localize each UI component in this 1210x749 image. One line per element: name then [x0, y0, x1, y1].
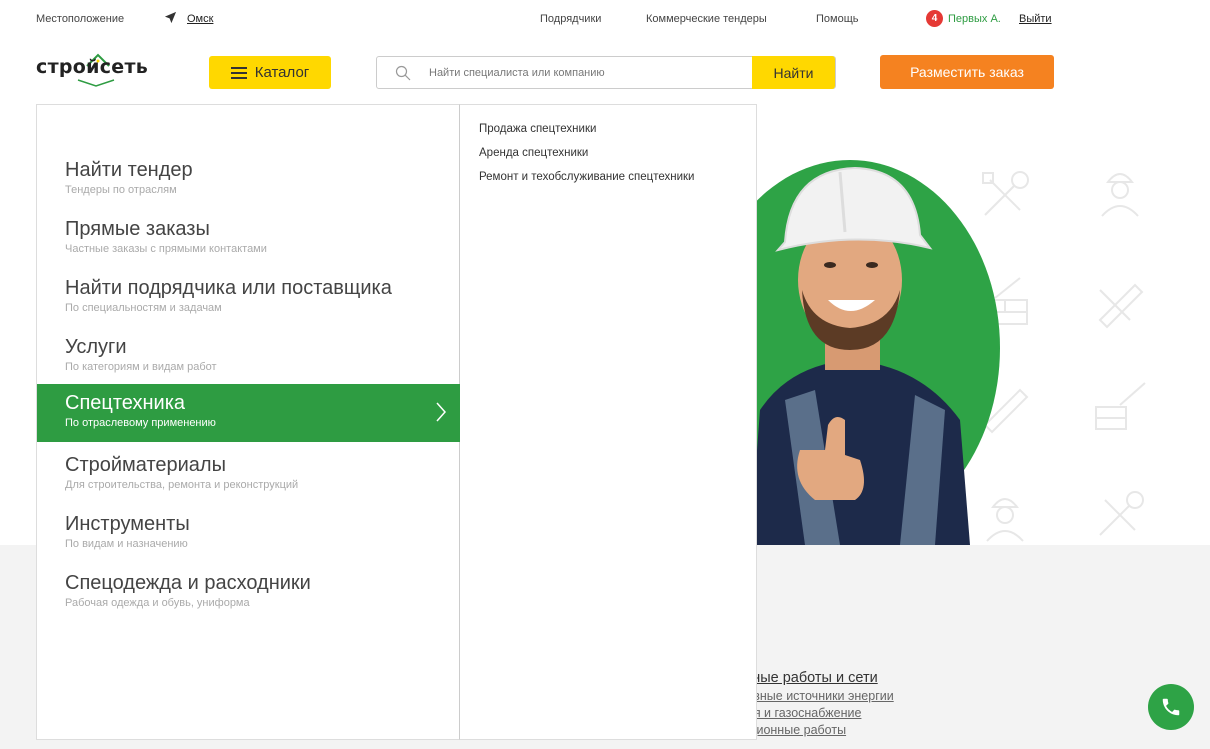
menu-burger-icon	[230, 66, 247, 79]
menu-item-tools[interactable]: Инструменты По видам и назначению	[37, 505, 460, 563]
menu-item-building-materials[interactable]: Стройматериалы Для строительства, ремонт…	[37, 446, 460, 504]
menu-item-title: Стройматериалы	[65, 454, 226, 476]
logo[interactable]: стройсеть	[36, 56, 148, 78]
menu-item-subtitle: По видам и назначению	[65, 538, 188, 550]
menu-item-find-tender[interactable]: Найти тендер Тендеры по отраслям	[37, 151, 460, 209]
search-input[interactable]	[429, 57, 749, 88]
logo-base-icon	[77, 79, 115, 87]
menu-item-subtitle: По специальностям и задачам	[65, 302, 222, 314]
menu-item-title: Спецтехника	[65, 392, 185, 414]
catalog-button-label: Каталог	[254, 64, 310, 81]
menu-item-subtitle: Тендеры по отраслям	[65, 184, 177, 196]
menu-item-subtitle: По категориям и видам работ	[65, 361, 217, 373]
pencil-ruler-icon	[1098, 283, 1144, 329]
user-name-link[interactable]: Первых А.	[948, 13, 1001, 25]
catalog-submenu: Продажа спецтехники Аренда спецтехники Р…	[460, 104, 757, 740]
menu-item-title: Инструменты	[65, 513, 190, 535]
place-order-button[interactable]: Разместить заказ	[880, 55, 1054, 89]
menu-item-title: Найти подрядчика или поставщика	[65, 277, 392, 299]
search-button[interactable]: Найти	[752, 56, 835, 89]
brick-trowel-icon	[1095, 382, 1146, 430]
menu-item-subtitle: Рабочая одежда и обувь, униформа	[65, 597, 250, 609]
location-label: Местоположение	[36, 13, 125, 25]
nav-contractors[interactable]: Подрядчики	[540, 13, 601, 25]
catalog-menu: Найти тендер Тендеры по отраслям Прямые …	[36, 104, 460, 740]
submenu-link-rent[interactable]: Аренда спецтехники	[479, 147, 588, 159]
menu-item-subtitle: Частные заказы с прямыми контактами	[65, 243, 267, 255]
builder-icon	[1101, 173, 1139, 217]
notifications-badge[interactable]: 4	[926, 10, 943, 27]
menu-item-direct-orders[interactable]: Прямые заказы Частные заказы с прямыми к…	[37, 210, 460, 268]
menu-item-title: Услуги	[65, 336, 127, 358]
location-arrow-icon	[164, 11, 177, 27]
catalog-button[interactable]: Каталог	[209, 56, 331, 89]
menu-item-subtitle: Для строительства, ремонта и реконструкц…	[65, 479, 299, 491]
menu-item-workwear[interactable]: Спецодежда и расходники Рабочая одежда и…	[37, 564, 460, 622]
city-link[interactable]: Омск	[187, 13, 213, 25]
menu-item-title: Найти тендер	[65, 159, 193, 181]
menu-item-find-contractor[interactable]: Найти подрядчика или поставщика По специ…	[37, 269, 460, 327]
chevron-right-icon	[436, 402, 446, 422]
menu-item-title: Прямые заказы	[65, 218, 210, 240]
nav-help[interactable]: Помощь	[816, 13, 859, 25]
phone-icon	[1162, 698, 1180, 716]
logout-link[interactable]: Выйти	[1019, 13, 1052, 25]
top-bar: Местоположение Омск Подрядчики Коммерчес…	[0, 0, 1210, 40]
submenu-link-repair[interactable]: Ремонт и техобслуживание спецтехники	[479, 171, 694, 183]
menu-item-services[interactable]: Услуги По категориям и видам работ	[37, 328, 460, 386]
call-button[interactable]	[1148, 684, 1194, 730]
submenu-link-sale[interactable]: Продажа спецтехники	[479, 123, 596, 135]
tools-icon-2	[1099, 491, 1144, 536]
menu-item-subtitle: По отраслевому применению	[65, 417, 216, 429]
worker-photo	[750, 166, 970, 545]
menu-item-special-equipment[interactable]: Спецтехника По отраслевому применению	[37, 384, 460, 442]
search-icon	[395, 65, 411, 81]
nav-commercial-tenders[interactable]: Коммерческие тендеры	[646, 13, 767, 25]
menu-item-title: Спецодежда и расходники	[65, 572, 311, 594]
